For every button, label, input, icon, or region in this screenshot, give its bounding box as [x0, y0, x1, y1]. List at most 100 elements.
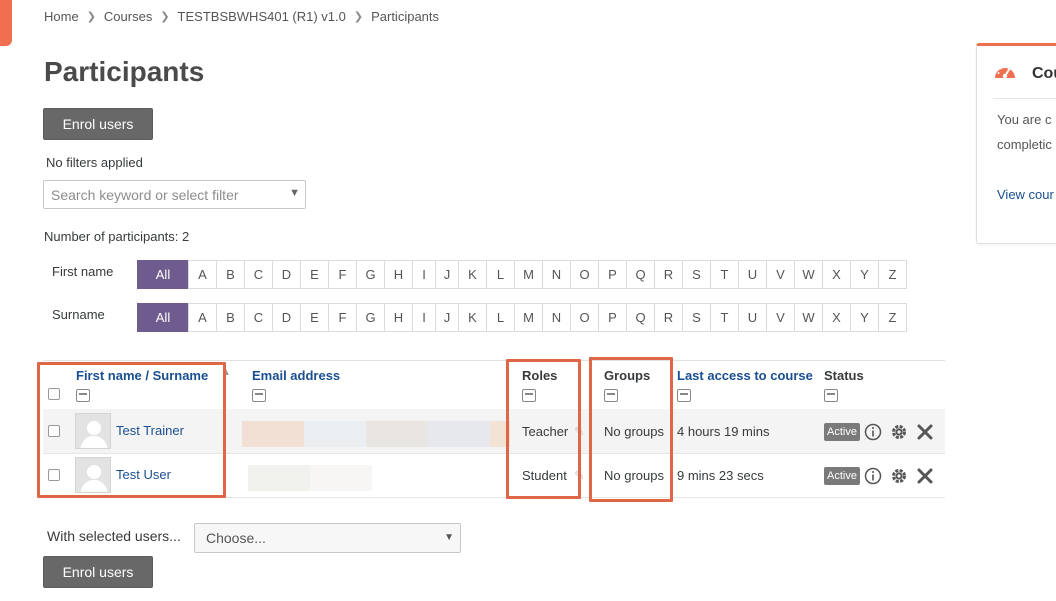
first-name-initial-i[interactable]: I [412, 260, 436, 289]
first-name-initial-d[interactable]: D [272, 260, 301, 289]
chevron-right-icon: ❯ [86, 11, 96, 23]
first-name-initial-u[interactable]: U [738, 260, 767, 289]
first-name-initial-all[interactable]: All [137, 260, 189, 289]
surname-initial-n[interactable]: N [542, 303, 571, 332]
first-name-initial-f[interactable]: F [328, 260, 357, 289]
header-email-sort-link[interactable]: Email address [252, 368, 340, 383]
side-drawer-tab[interactable] [0, 0, 12, 46]
info-icon[interactable] [864, 467, 882, 485]
header-status: Status [824, 368, 864, 383]
user-last-access: 4 hours 19 mins [677, 424, 770, 439]
first-name-initial-o[interactable]: O [570, 260, 599, 289]
surname-initial-i[interactable]: I [412, 303, 436, 332]
surname-initials-bar: All A B C D E F G H I J K L M N O P Q R S T U V W X Y Z [137, 303, 907, 332]
surname-initial-g[interactable]: G [356, 303, 385, 332]
surname-initial-f[interactable]: F [328, 303, 357, 332]
surname-initial-l[interactable]: L [486, 303, 515, 332]
first-name-initials-label: First name [52, 264, 114, 279]
first-name-initial-t[interactable]: T [710, 260, 739, 289]
surname-initial-e[interactable]: E [300, 303, 329, 332]
redacted-email [366, 421, 428, 447]
surname-initial-y[interactable]: Y [850, 303, 879, 332]
chevron-right-icon: ❯ [160, 11, 170, 23]
dashboard-gauge-icon [993, 62, 1017, 87]
first-name-initial-m[interactable]: M [514, 260, 543, 289]
redacted-email [242, 421, 304, 447]
first-name-initial-r[interactable]: R [654, 260, 683, 289]
info-icon[interactable] [864, 423, 882, 441]
surname-initial-all[interactable]: All [137, 303, 189, 332]
surname-initial-v[interactable]: V [766, 303, 795, 332]
collapse-column-icon[interactable] [252, 389, 266, 402]
breadcrumb: Home ❯ Courses ❯ TESTBSBWHS401 (R1) v1.0… [44, 9, 439, 24]
first-name-initial-p[interactable]: P [598, 260, 627, 289]
surname-initial-o[interactable]: O [570, 303, 599, 332]
unenrol-close-icon[interactable] [916, 423, 934, 441]
surname-initial-b[interactable]: B [216, 303, 245, 332]
breadcrumb-course[interactable]: TESTBSBWHS401 (R1) v1.0 [178, 9, 346, 24]
chevron-right-icon: ❯ [353, 11, 364, 23]
collapse-column-icon[interactable] [824, 389, 838, 402]
enrol-users-button[interactable]: Enrol users [43, 108, 153, 140]
first-name-initial-b[interactable]: B [216, 260, 245, 289]
first-name-initial-v[interactable]: V [766, 260, 795, 289]
surname-initial-q[interactable]: Q [626, 303, 655, 332]
bulk-action-selected-value: Choose... [206, 530, 266, 546]
first-name-initial-a[interactable]: A [188, 260, 217, 289]
surname-initial-m[interactable]: M [514, 303, 543, 332]
search-placeholder: Search keyword or select filter [51, 187, 239, 203]
surname-initial-s[interactable]: S [682, 303, 711, 332]
surname-initial-c[interactable]: C [244, 303, 273, 332]
first-name-initial-j[interactable]: J [435, 260, 459, 289]
gear-icon[interactable] [890, 423, 908, 441]
first-name-initial-y[interactable]: Y [850, 260, 879, 289]
gear-icon[interactable] [890, 467, 908, 485]
redacted-email [304, 421, 366, 447]
first-name-initial-c[interactable]: C [244, 260, 273, 289]
surname-initial-h[interactable]: H [384, 303, 413, 332]
first-name-initial-h[interactable]: H [384, 260, 413, 289]
surname-initial-a[interactable]: A [188, 303, 217, 332]
first-name-initial-g[interactable]: G [356, 260, 385, 289]
surname-initial-r[interactable]: R [654, 303, 683, 332]
highlight-roles-column [506, 359, 581, 499]
user-last-access: 9 mins 23 secs [677, 468, 764, 483]
redacted-email [248, 465, 310, 491]
surname-initial-k[interactable]: K [458, 303, 487, 332]
enrol-users-button-bottom[interactable]: Enrol users [43, 556, 153, 588]
bulk-action-select[interactable]: Choose... ▼ [194, 523, 461, 553]
table-top-border [43, 360, 945, 361]
first-name-initial-z[interactable]: Z [878, 260, 907, 289]
breadcrumb-home[interactable]: Home [44, 9, 79, 24]
first-name-initial-w[interactable]: W [794, 260, 823, 289]
surname-initial-u[interactable]: U [738, 303, 767, 332]
surname-initial-z[interactable]: Z [878, 303, 907, 332]
surname-initial-j[interactable]: J [435, 303, 459, 332]
unenrol-close-icon[interactable] [916, 467, 934, 485]
block-divider [993, 98, 1056, 99]
block-text-line-2: completic [997, 137, 1052, 152]
dropdown-caret-icon: ▼ [289, 187, 300, 199]
surname-initial-p[interactable]: P [598, 303, 627, 332]
first-name-initial-n[interactable]: N [542, 260, 571, 289]
breadcrumb-courses[interactable]: Courses [104, 9, 152, 24]
status-badge: Active [824, 467, 860, 485]
search-filter-input[interactable]: Search keyword or select filter ▼ [43, 180, 306, 209]
first-name-initial-k[interactable]: K [458, 260, 487, 289]
first-name-initial-e[interactable]: E [300, 260, 329, 289]
surname-initial-t[interactable]: T [710, 303, 739, 332]
redacted-email [310, 465, 372, 491]
collapse-column-icon[interactable] [677, 389, 691, 402]
first-name-initial-q[interactable]: Q [626, 260, 655, 289]
view-course-report-link[interactable]: View cour [997, 187, 1054, 202]
block-text-line-1: You are c [997, 112, 1052, 127]
course-completion-block: Cou You are c completic View cour [976, 43, 1056, 244]
first-name-initial-l[interactable]: L [486, 260, 515, 289]
surname-initial-w[interactable]: W [794, 303, 823, 332]
block-title: Cou [1032, 65, 1056, 82]
surname-initial-x[interactable]: X [822, 303, 851, 332]
first-name-initial-s[interactable]: S [682, 260, 711, 289]
header-last-access-sort-link[interactable]: Last access to course [677, 368, 813, 383]
first-name-initial-x[interactable]: X [822, 260, 851, 289]
surname-initial-d[interactable]: D [272, 303, 301, 332]
